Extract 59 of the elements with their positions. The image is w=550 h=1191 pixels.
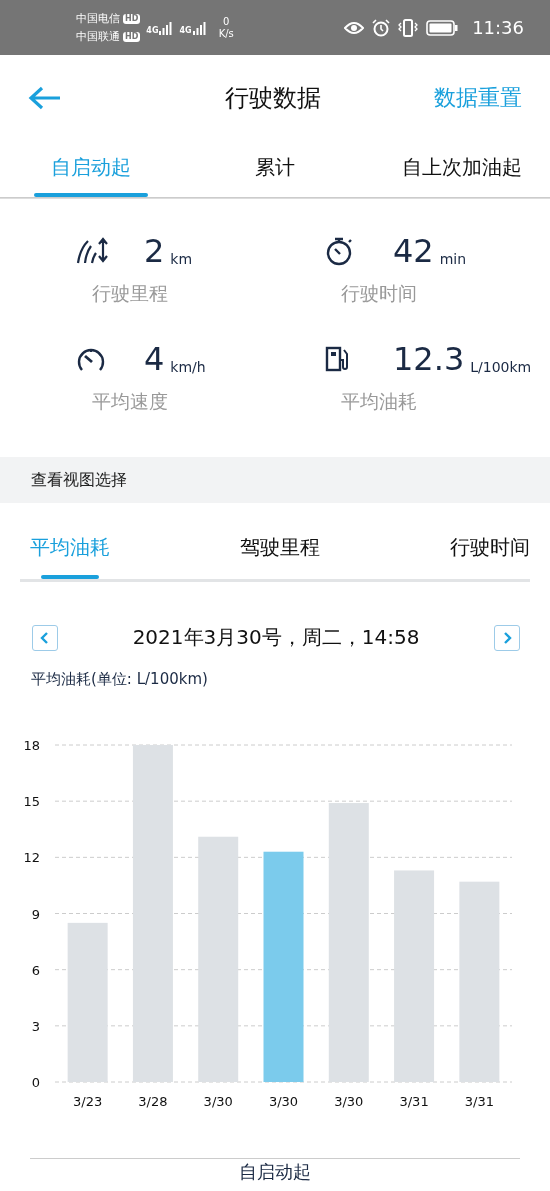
date-label: 2021年3月30号，周二，14:58: [132, 624, 420, 651]
stopwatch-icon: [325, 236, 355, 266]
y-axis-label: 0: [31, 1075, 40, 1090]
stat-label: 平均速度: [92, 389, 168, 414]
x-axis-label: 3/30: [334, 1094, 364, 1109]
network-type: 4G: [179, 25, 192, 35]
hd-badge: HD: [123, 31, 141, 42]
stat-value: 42: [393, 232, 434, 270]
x-axis-label: 3/31: [399, 1094, 429, 1109]
back-button[interactable]: [28, 85, 62, 110]
speed-unit: K/s: [218, 27, 234, 40]
previous-button[interactable]: [32, 624, 58, 651]
battery-icon: [426, 19, 459, 36]
section-header: 查看视图选择: [0, 457, 550, 503]
hd-badge: HD: [123, 13, 141, 24]
x-axis-label: 3/23: [73, 1094, 103, 1109]
signal-icon: [192, 20, 207, 35]
footer-label: 自启动起: [239, 1160, 311, 1181]
page-title: 行驶数据: [224, 82, 322, 114]
tab[interactable]: 驾驶里程: [240, 522, 320, 579]
stat-unit: km: [170, 251, 193, 267]
y-axis-label: 18: [23, 738, 40, 753]
carrier-name: 中国联通: [76, 29, 120, 44]
vibrate-icon: [398, 18, 419, 37]
stat-unit: min: [439, 251, 467, 267]
stat-label: 行驶时间: [341, 281, 417, 306]
y-axis-label: 9: [31, 906, 40, 922]
signal-icon: [159, 20, 174, 35]
tab[interactable]: 累计: [218, 140, 332, 197]
fuel-pump-icon: [325, 346, 351, 372]
stat-label: 行驶里程: [92, 281, 168, 306]
x-axis-label: 3/31: [464, 1094, 494, 1109]
chevron-left-icon: [40, 630, 50, 645]
next-button[interactable]: [494, 624, 520, 651]
stat-value: 2: [144, 232, 165, 270]
back-arrow-icon: [28, 85, 62, 110]
eye-icon: [344, 20, 365, 35]
x-axis-label: 3/30: [268, 1094, 299, 1109]
stat-value: 12.3: [393, 340, 465, 378]
stat-unit: km/h: [170, 359, 206, 375]
chevron-right-icon: [502, 630, 512, 645]
x-axis-label: 3/28: [138, 1094, 168, 1109]
x-axis-label: 3/30: [203, 1094, 233, 1109]
stat-value: 4: [144, 340, 165, 378]
y-axis-label: 3: [31, 1018, 40, 1034]
clock-time: 11:36: [472, 17, 524, 38]
speedometer-icon: [76, 346, 106, 372]
carrier-name: 中国电信: [76, 11, 120, 26]
tab[interactable]: 行驶时间: [450, 522, 530, 579]
network-type: 4G: [146, 25, 159, 35]
y-axis-label: 12: [23, 850, 40, 866]
chart-subtitle: 平均油耗(单位: L/100km): [30, 669, 209, 689]
speed-value: 0: [223, 15, 230, 28]
y-axis-label: 15: [23, 794, 40, 810]
alarm-icon: [372, 18, 391, 37]
tab[interactable]: 自上次加油起: [402, 140, 522, 197]
y-axis-label: 6: [31, 962, 40, 978]
stat-label: 平均油耗: [341, 389, 417, 414]
stat-unit: L/100km: [470, 359, 532, 375]
